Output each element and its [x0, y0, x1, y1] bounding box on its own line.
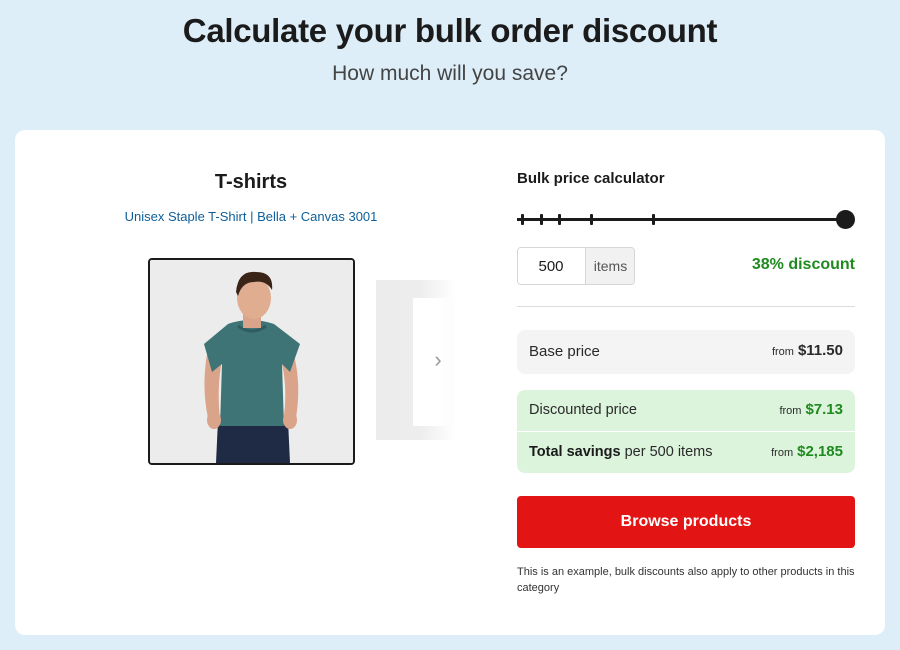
quantity-field: items: [517, 247, 635, 285]
quantity-unit: items: [585, 248, 634, 284]
quantity-input[interactable]: [518, 248, 584, 284]
slider-tick: [590, 214, 593, 225]
page-title: Calculate your bulk order discount: [182, 12, 718, 49]
from-label: from: [779, 405, 802, 417]
total-savings-label-rest: per 500 items: [620, 444, 713, 460]
total-savings-label-bold: Total savings: [529, 444, 621, 460]
browse-products-button[interactable]: Browse products: [517, 496, 855, 548]
base-price-label: Base price: [529, 343, 600, 360]
slider-tick: [540, 214, 543, 225]
base-price-amount: $11.50: [797, 342, 843, 359]
savings-panel: Discounted price from $7.13 Total savings…: [517, 390, 855, 473]
slider-tick: [521, 214, 524, 225]
footnote: This is an example, bulk discounts also …: [517, 566, 855, 594]
base-price-value: from $11.50: [772, 342, 843, 359]
slider-tick: [558, 214, 561, 225]
person-in-teal-tshirt-icon: [150, 260, 353, 463]
total-savings-label: Total savings per 500 items: [529, 444, 712, 460]
discounted-price-amount: $7.13: [805, 401, 843, 418]
calculator-card: T-shirts Unisex Staple T-Shirt | Bella +…: [15, 130, 885, 635]
product-subtitle-link[interactable]: Unisex Staple T-Shirt | Bella + Canvas 3…: [111, 209, 391, 224]
discount-percentage: 38% discount: [751, 256, 855, 273]
total-savings-row: Total savings per 500 items from $2,185: [517, 432, 855, 473]
quantity-slider[interactable]: [517, 208, 855, 232]
from-label: from: [771, 447, 794, 459]
product-title: T-shirts: [214, 171, 288, 193]
divider: [517, 306, 855, 307]
slider-track: [517, 218, 845, 221]
slider-thumb[interactable]: [836, 210, 855, 229]
discounted-price-label: Discounted price: [529, 402, 637, 418]
product-image[interactable]: [148, 258, 355, 465]
page-subtitle: How much will you save?: [332, 62, 568, 85]
total-savings-amount: $2,185: [797, 443, 843, 460]
from-label: from: [771, 346, 794, 358]
total-savings-value: from $2,185: [771, 443, 843, 460]
calculator-title: Bulk price calculator: [517, 170, 665, 187]
chevron-right-icon[interactable]: ›: [428, 348, 448, 372]
base-price-row: Base price from $11.50: [517, 330, 855, 374]
discounted-price-value: from $7.13: [779, 401, 843, 418]
discounted-price-row: Discounted price from $7.13: [517, 390, 855, 431]
slider-tick: [652, 214, 655, 225]
